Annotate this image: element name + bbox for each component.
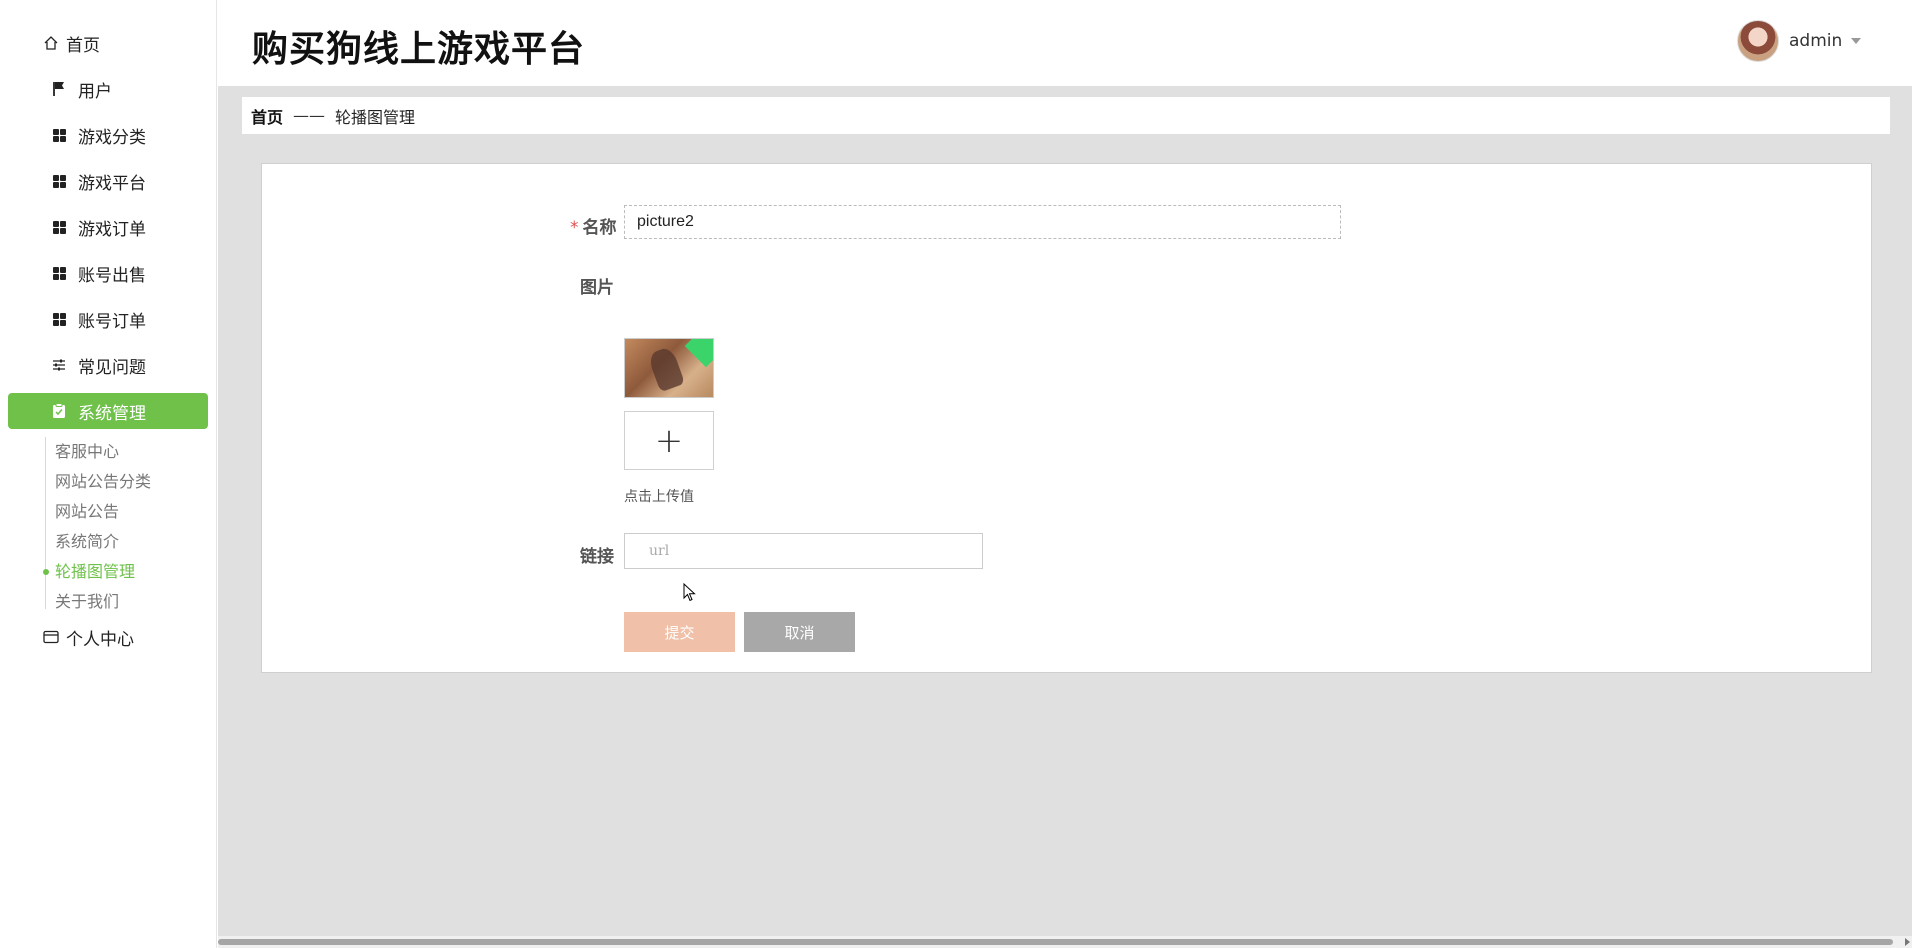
sidebar-item-users[interactable]: 用户 <box>8 71 208 107</box>
breadcrumb-current: 轮播图管理 <box>335 107 416 127</box>
submenu-line <box>45 437 46 609</box>
user-name[interactable]: admin <box>1789 31 1842 51</box>
sidebar-item-faq[interactable]: 常见问题 <box>8 347 208 383</box>
sidebar-item-system-management[interactable]: 系统管理 <box>8 393 208 429</box>
scrollbar-thumb[interactable] <box>218 939 1893 945</box>
submenu-item-carousel-management[interactable]: 轮播图管理 <box>55 561 135 583</box>
form-panel: *名称 图片 + 点击上传值 链接 提交 取消 <box>261 163 1872 673</box>
sidebar-item-label: 首页 <box>66 35 100 56</box>
required-mark: * <box>570 218 579 238</box>
sidebar-item-game-orders[interactable]: 游戏订单 <box>8 209 208 245</box>
grid-icon <box>48 174 70 188</box>
sidebar: 首页 用户 游戏分类 游戏平台 游戏订单 账号出售 账号订单 常见问题 系统管理 <box>0 0 217 948</box>
sliders-icon <box>48 358 70 372</box>
sidebar-item-game-platform[interactable]: 游戏平台 <box>8 163 208 199</box>
main-content: 首页 —— 轮播图管理 *名称 图片 + 点击上传值 链接 提交 取消 <box>218 86 1912 936</box>
chevron-down-icon[interactable] <box>1851 38 1861 44</box>
breadcrumb: 首页 —— 轮播图管理 <box>242 97 1890 134</box>
name-label: * 名称 <box>570 218 617 238</box>
breadcrumb-home[interactable]: 首页 <box>251 104 283 128</box>
sidebar-item-game-category[interactable]: 游戏分类 <box>8 117 208 153</box>
grid-icon <box>48 266 70 280</box>
sidebar-item-label: 游戏平台 <box>78 173 146 194</box>
avatar[interactable] <box>1737 20 1779 62</box>
submenu-item-customer-service[interactable]: 客服中心 <box>55 441 119 463</box>
grid-icon <box>48 220 70 234</box>
sidebar-item-home[interactable]: 首页 <box>8 25 208 61</box>
sidebar-item-personal-center[interactable]: 个人中心 <box>8 619 208 655</box>
cancel-button[interactable]: 取消 <box>744 612 855 652</box>
mouse-cursor-icon <box>683 583 696 602</box>
uploaded-image-thumbnail[interactable] <box>624 338 714 398</box>
image-label: 图片 <box>580 278 614 298</box>
link-label: 链接 <box>580 547 614 567</box>
sidebar-item-label: 账号订单 <box>78 311 146 332</box>
sidebar-item-label: 系统管理 <box>78 403 146 424</box>
home-icon <box>40 35 62 51</box>
wallet-icon <box>40 630 62 644</box>
upload-hint: 点击上传值 <box>624 489 694 505</box>
submenu-active-dot <box>43 569 49 575</box>
sidebar-item-label: 游戏分类 <box>78 127 146 148</box>
sidebar-item-label: 游戏订单 <box>78 219 146 240</box>
link-input[interactable] <box>624 533 983 569</box>
scroll-right-arrow-icon[interactable] <box>1905 938 1910 946</box>
breadcrumb-separator: —— <box>293 106 326 125</box>
plus-icon: + <box>654 420 684 461</box>
header: 购买狗线上游戏平台 admin <box>218 0 1912 86</box>
app-title: 购买狗线上游戏平台 <box>252 29 586 70</box>
sidebar-item-label: 账号出售 <box>78 265 146 286</box>
submenu-item-notice-category[interactable]: 网站公告分类 <box>55 471 151 493</box>
upload-button[interactable]: + <box>624 411 714 470</box>
sidebar-item-label: 用户 <box>78 81 112 102</box>
grid-icon <box>48 128 70 142</box>
horizontal-scrollbar[interactable] <box>218 936 1912 948</box>
submenu-item-about-us[interactable]: 关于我们 <box>55 591 119 613</box>
submenu-item-system-intro[interactable]: 系统简介 <box>55 531 119 553</box>
clipboard-icon <box>48 403 70 419</box>
name-input[interactable] <box>624 205 1341 239</box>
submenu-item-notice[interactable]: 网站公告 <box>55 501 119 523</box>
flag-icon <box>48 81 70 97</box>
sidebar-item-label: 个人中心 <box>66 629 134 650</box>
grid-icon <box>48 312 70 326</box>
submit-button[interactable]: 提交 <box>624 612 735 652</box>
sidebar-item-account-orders[interactable]: 账号订单 <box>8 301 208 337</box>
sidebar-item-account-sale[interactable]: 账号出售 <box>8 255 208 291</box>
sidebar-item-label: 常见问题 <box>78 357 146 378</box>
